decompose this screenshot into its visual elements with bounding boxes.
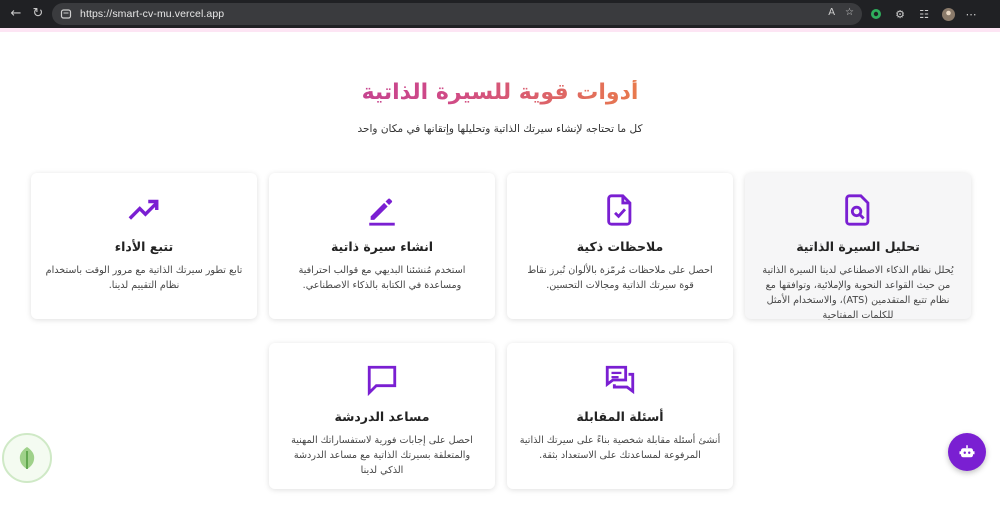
- robot-icon: [959, 445, 975, 458]
- feature-card-performance-tracking[interactable]: تتبع الأداء تابع تطور سيرتك الذاتية مع م…: [31, 173, 257, 319]
- back-icon[interactable]: ←: [8, 6, 24, 22]
- section-subtitle: كل ما تحتاجه لإنشاء سيرتك الذاتية وتحليل…: [357, 123, 643, 135]
- features-section: أدوات قوية للسيرة الذاتية كل ما تحتاجه ل…: [0, 32, 1000, 517]
- card-description: تابع تطور سيرتك الذاتية مع مرور الوقت با…: [45, 265, 243, 291]
- card-title: مساعد الدردشة: [334, 409, 430, 424]
- feature-card-chat-assistant[interactable]: مساعد الدردشة احصل على إجابات فورية لاست…: [269, 343, 495, 489]
- chat-bubble-icon: [367, 365, 397, 397]
- feature-card-smart-feedback[interactable]: ملاحظات ذكية احصل على ملاحظات مُرمّزة با…: [507, 173, 733, 319]
- card-title: انشاء سيرة ذاتية: [330, 239, 434, 254]
- profile-avatar[interactable]: [940, 6, 956, 22]
- extension-icon[interactable]: [868, 6, 884, 22]
- chat-bubbles-icon: [605, 365, 635, 395]
- extensions-puzzle-icon[interactable]: ⚙: [892, 6, 908, 22]
- card-title: تتبع الأداء: [114, 239, 174, 254]
- more-menu-icon[interactable]: ⋯: [963, 6, 979, 22]
- card-description: استخدم مُنشئنا البديهي مع قوالب احترافية…: [298, 265, 466, 291]
- card-description: احصل على ملاحظات مُرمّزة بالألوان تُبرز …: [527, 265, 713, 291]
- card-title: أسئلة المقابلة: [576, 409, 664, 424]
- trending-up-icon: [128, 199, 159, 220]
- favorite-star-icon[interactable]: ☆: [845, 7, 854, 18]
- pen-edit-icon: [369, 198, 395, 226]
- favorites-icon[interactable]: ☷: [916, 6, 932, 22]
- browser-toolbar: ← ↻ https://smart-cv-mu.vercel.app A ☆ ⚙…: [0, 0, 1000, 28]
- card-title: ملاحظات ذكية: [576, 239, 664, 254]
- feature-card-create-resume[interactable]: انشاء سيرة ذاتية استخدم مُنشئنا البديهي …: [269, 173, 495, 319]
- card-description: يُحلل نظام الذكاء الاصطناعي لدينا السيرة…: [762, 265, 954, 321]
- document-check-icon: [607, 194, 632, 226]
- watermark-logo: [2, 433, 52, 483]
- reload-icon[interactable]: ↻: [30, 6, 46, 22]
- section-title: أدوات قوية للسيرة الذاتية: [0, 80, 1000, 105]
- address-bar[interactable]: https://smart-cv-mu.vercel.app A ☆: [52, 3, 862, 25]
- card-description: احصل على إجابات فورية لاستفساراتك المهني…: [291, 435, 473, 476]
- chatbot-fab-button[interactable]: [948, 433, 986, 471]
- feature-card-resume-analysis[interactable]: تحليل السيرة الذاتية يُحلل نظام الذكاء ا…: [745, 173, 971, 321]
- site-info-icon[interactable]: [60, 8, 72, 20]
- resume-search-icon: [845, 194, 870, 226]
- read-aloud-icon[interactable]: A: [828, 7, 835, 18]
- card-description: أنشئ أسئلة مقابلة شخصية بناءً على سيرتك …: [519, 435, 721, 461]
- feature-card-interview-questions[interactable]: أسئلة المقابلة أنشئ أسئلة مقابلة شخصية ب…: [507, 343, 733, 489]
- card-title: تحليل السيرة الذاتية: [796, 239, 920, 254]
- url-text[interactable]: https://smart-cv-mu.vercel.app: [80, 8, 224, 20]
